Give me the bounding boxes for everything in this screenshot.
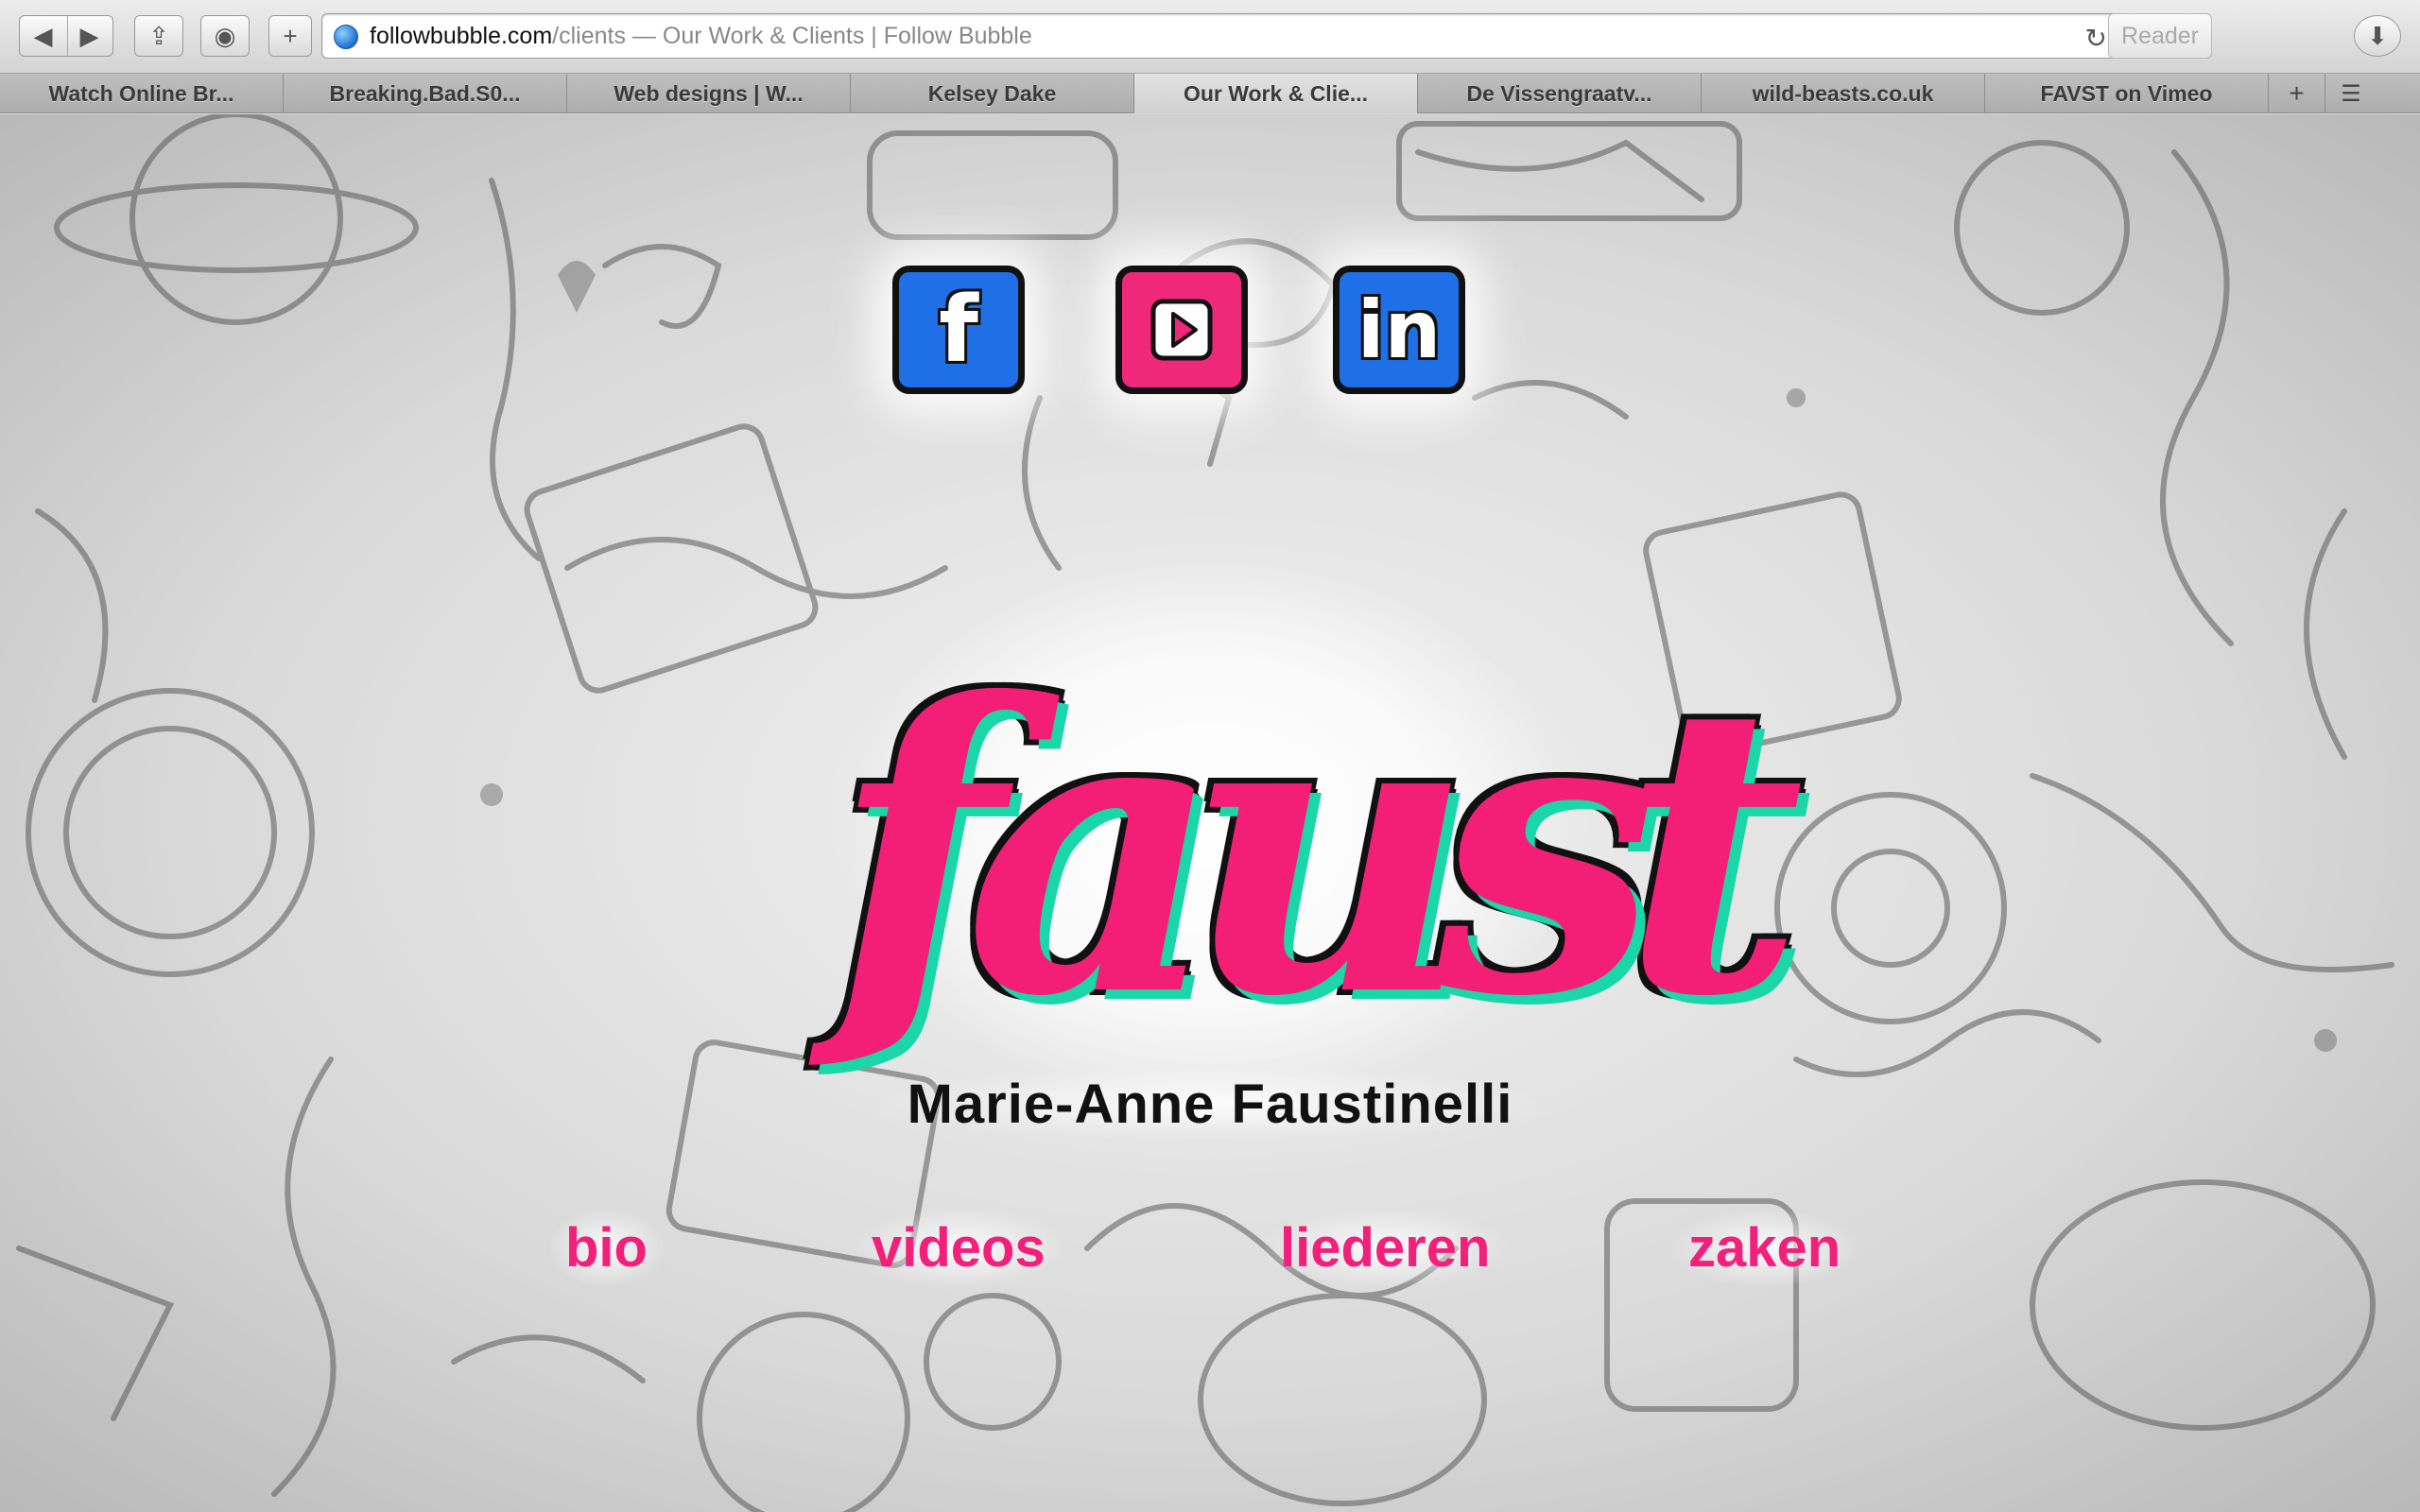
facebook-icon: f	[939, 277, 978, 383]
url-text[interactable]: followbubble.com/clients — Our Work & Cl…	[370, 23, 1032, 50]
divider	[67, 16, 68, 56]
tab[interactable]: De Vissengraatv...	[1418, 74, 1702, 113]
tab[interactable]: wild-beasts.co.uk	[1702, 74, 1985, 113]
tab[interactable]: Web designs | W...	[567, 74, 851, 113]
artist-name-text: Marie-Anne Faustinelli	[878, 1069, 1542, 1140]
tab[interactable]: Breaking.Bad.S0...	[284, 74, 567, 113]
reader-button[interactable]: Reader	[2108, 13, 2212, 59]
tab-active[interactable]: Our Work & Clie...	[1134, 74, 1418, 113]
download-icon: ⬇	[2367, 21, 2388, 50]
linkedin-button[interactable]: in	[1333, 266, 1465, 394]
share-button[interactable]: ⇪	[134, 15, 183, 57]
tab[interactable]: Watch Online Br...	[0, 74, 284, 113]
share-icon: ⇪	[148, 21, 169, 50]
top-sites-icon: ◉	[214, 21, 236, 50]
new-tab-button[interactable]: +	[2269, 74, 2325, 113]
plus-icon: +	[2289, 78, 2305, 108]
nav-link-zaken[interactable]: zaken	[1673, 1211, 1857, 1285]
url-domain: followbubble.com	[370, 23, 553, 49]
youtube-button[interactable]	[1115, 266, 1248, 394]
page-content: f in faust Marie-Anne Faustinelli bio vi…	[0, 114, 2420, 1512]
tab[interactable]: FAVST on Vimeo	[1985, 74, 2269, 113]
downloads-button[interactable]: ⬇	[2354, 15, 2401, 57]
url-path: /clients	[552, 23, 626, 49]
globe-icon	[334, 25, 358, 49]
play-icon	[1150, 299, 1213, 361]
forward-icon[interactable]: ▶	[66, 22, 112, 51]
linkedin-icon: in	[1357, 284, 1442, 376]
back-icon[interactable]: ◀	[20, 22, 66, 51]
nav-link-liederen[interactable]: liederen	[1265, 1211, 1506, 1285]
address-bar[interactable]: followbubble.com/clients — Our Work & Cl…	[321, 13, 2212, 59]
browser-toolbar: ◀ ▶ ⇪ ◉ + followbubble.com/clients — Our…	[0, 0, 2420, 74]
plus-icon: +	[283, 21, 298, 50]
tab-bar: Watch Online Br... Breaking.Bad.S0... We…	[0, 74, 2420, 113]
top-sites-button[interactable]: ◉	[200, 15, 250, 57]
tab-overview-button[interactable]: ☰	[2325, 74, 2377, 113]
reload-icon[interactable]: ↻	[2085, 23, 2107, 54]
page-title: — Our Work & Clients | Follow Bubble	[625, 23, 1032, 49]
tab[interactable]: Kelsey Dake	[851, 74, 1134, 113]
nav-link-videos[interactable]: videos	[856, 1211, 1061, 1285]
tab-list-icon: ☰	[2341, 80, 2361, 107]
nav-link-bio[interactable]: bio	[550, 1211, 663, 1285]
back-forward-buttons[interactable]: ◀ ▶	[19, 15, 113, 57]
add-bookmark-button[interactable]: +	[268, 15, 312, 57]
artist-name: Marie-Anne Faustinelli	[0, 1069, 2420, 1140]
facebook-button[interactable]: f	[892, 266, 1025, 394]
